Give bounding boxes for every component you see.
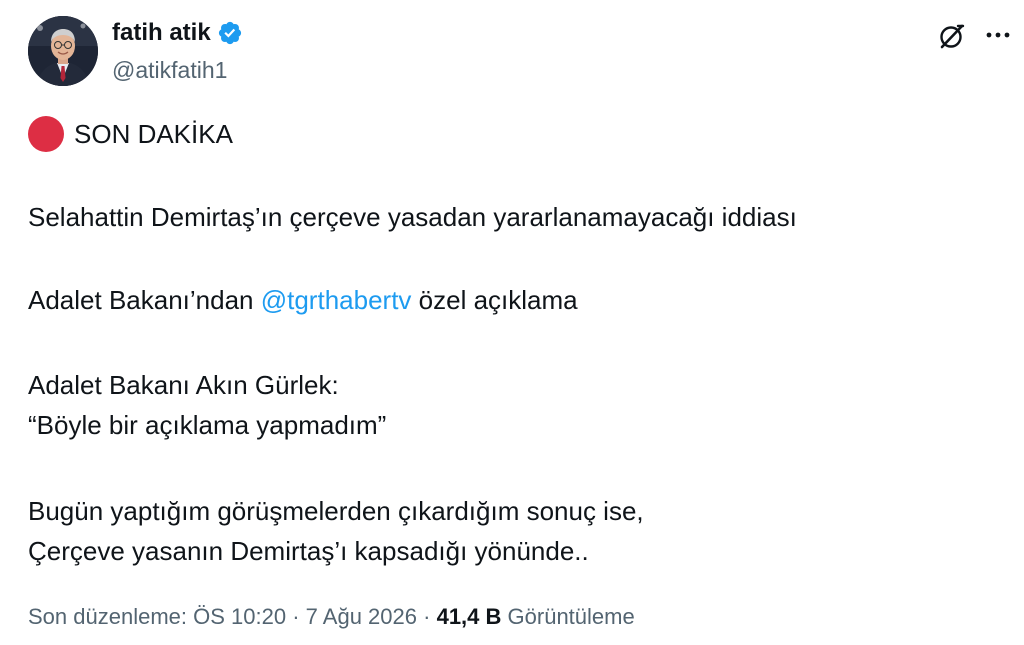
tweet-time[interactable]: ÖS 10:20 <box>193 604 286 629</box>
breaking-news-label: SON DAKİKA <box>74 119 233 149</box>
tweet-line-2: Adalet Bakanı’ndan @tgrthabertv özel açı… <box>28 283 578 317</box>
views-label: Görüntüleme <box>507 604 635 629</box>
views-count: 41,4 B <box>436 604 502 629</box>
tweet-line-1: Selahattin Demirtaş’ın çerçeve yasadan y… <box>28 202 797 232</box>
verified-badge-icon[interactable] <box>217 20 243 46</box>
grok-icon[interactable] <box>936 20 968 52</box>
tweet-card: fatih atik @atikfatih1 SON DAKİKA Selaha… <box>0 0 1024 645</box>
tweet-line-3: Adalet Bakanı Akın Gürlek: <box>28 370 339 400</box>
author-display-name[interactable]: fatih atik <box>112 18 211 48</box>
meta-separator: · <box>292 604 300 629</box>
author-name-row: fatih atik <box>112 18 243 48</box>
tweet-line-2-before: Adalet Bakanı’ndan <box>28 285 261 315</box>
tweet-line-5: Bugün yaptığım görüşmelerden çıkardığım … <box>28 496 644 526</box>
meta-separator-2: · <box>423 604 431 629</box>
avatar-image <box>28 16 98 86</box>
avatar[interactable] <box>28 16 98 86</box>
red-circle-icon <box>28 116 64 152</box>
tweet-date[interactable]: 7 Ağu 2026 <box>306 604 417 629</box>
tweet-line-4: “Böyle bir açıklama yapmadım” <box>28 410 387 440</box>
mention-link[interactable]: @tgrthabertv <box>261 285 412 315</box>
more-options-icon[interactable] <box>982 20 1014 52</box>
tweet-line-2-after: özel açıklama <box>411 285 578 315</box>
tweet-line-6: Çerçeve yasanın Demirtaş’ı kapsadığı yön… <box>28 536 589 566</box>
author-handle[interactable]: @atikfatih1 <box>112 56 227 84</box>
tweet-meta: Son düzenleme: ÖS 10:20 · 7 Ağu 2026 · 4… <box>28 602 635 632</box>
edited-label[interactable]: Son düzenleme: <box>28 604 187 629</box>
